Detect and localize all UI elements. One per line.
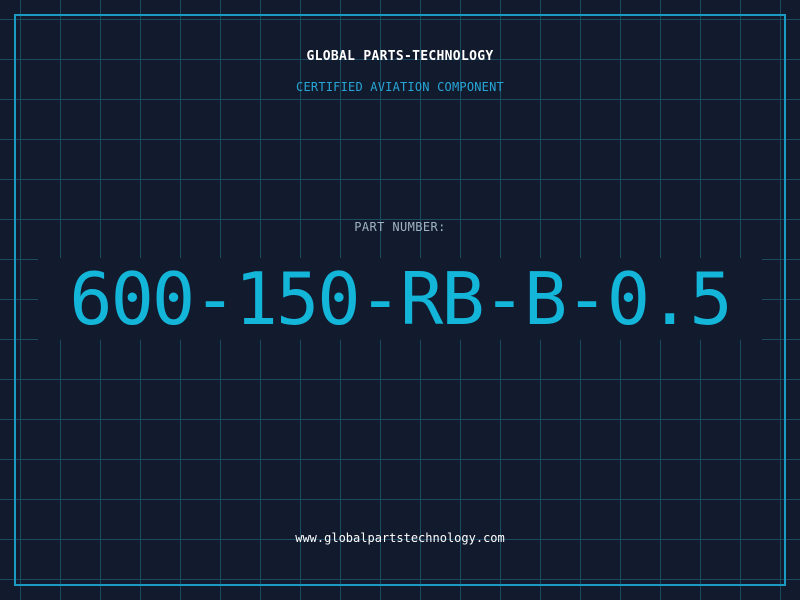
certification-subtitle: CERTIFIED AVIATION COMPONENT [296, 80, 504, 94]
part-number-label: PART NUMBER: [354, 220, 446, 234]
website-url: www.globalpartstechnology.com [295, 531, 505, 545]
part-number-value: 600-150-RB-B-0.5 [69, 257, 733, 341]
company-name: GLOBAL PARTS-TECHNOLOGY [306, 49, 494, 64]
